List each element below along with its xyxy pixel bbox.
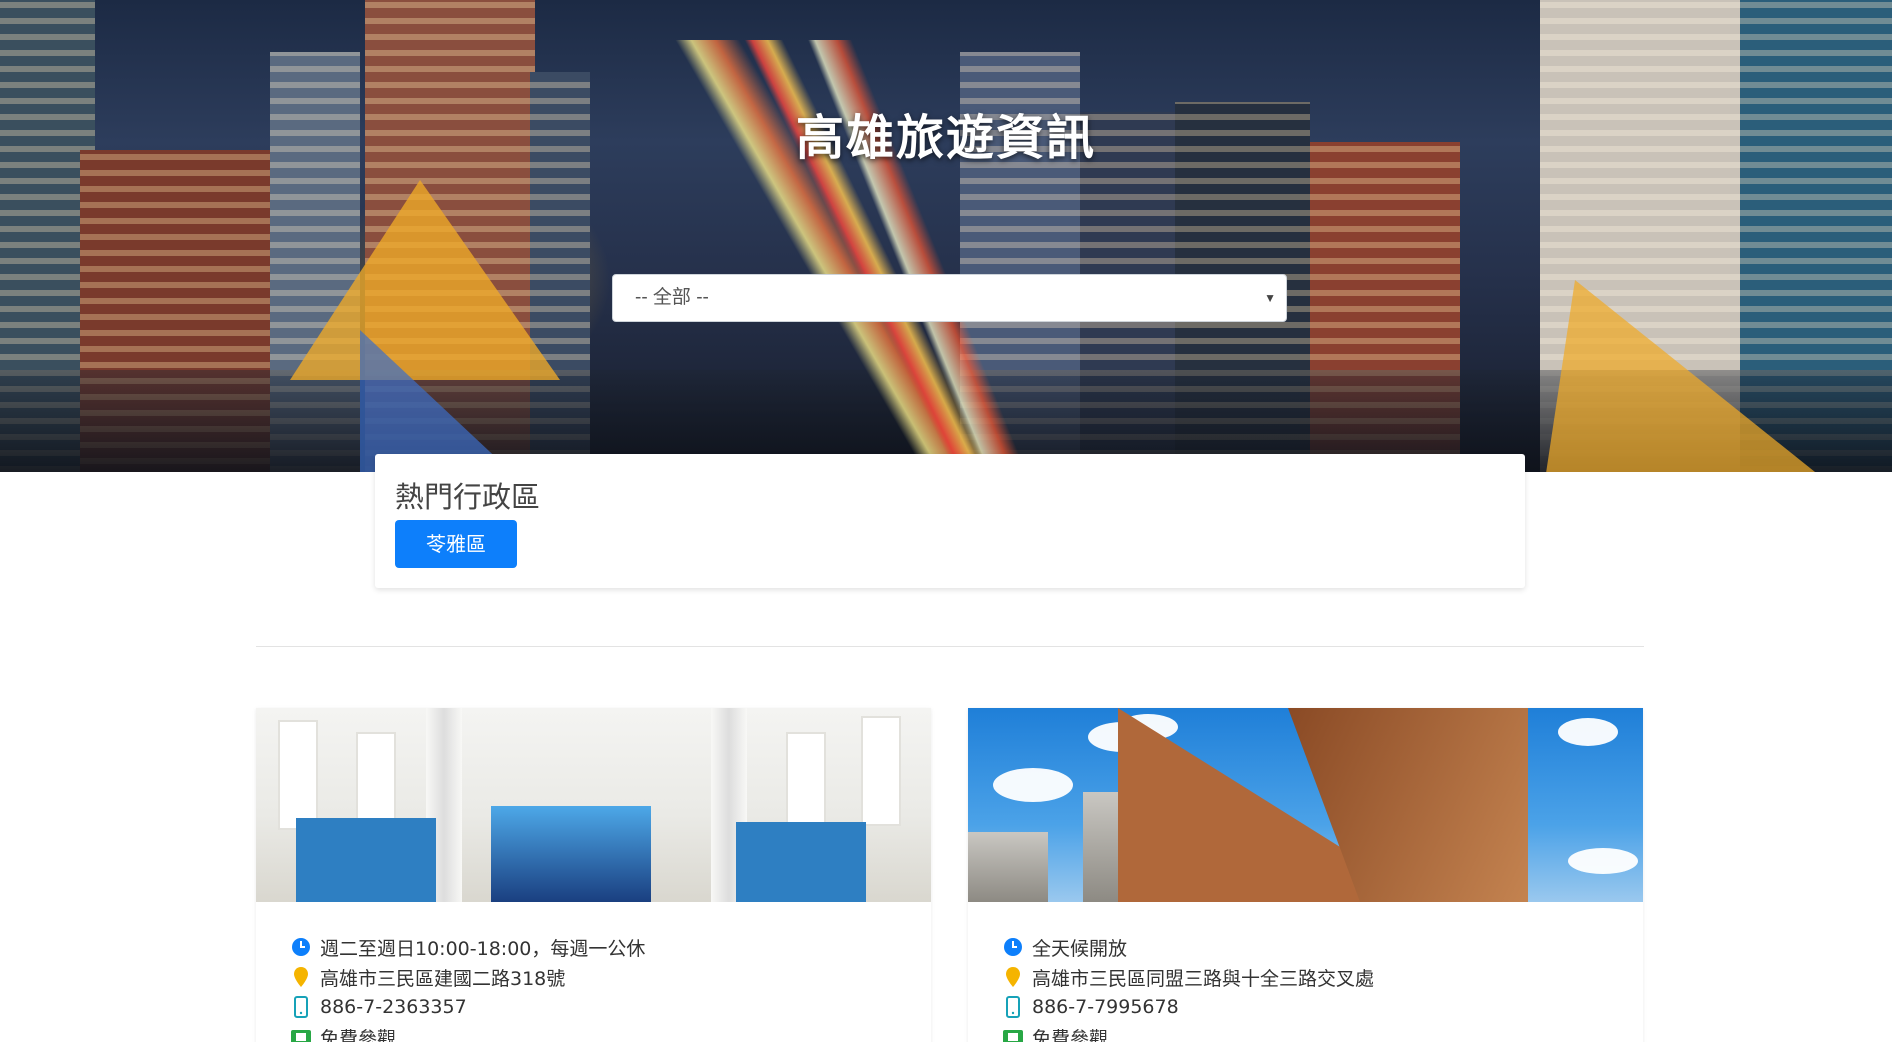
- hours-row: 全天候開放: [1002, 932, 1374, 962]
- district-select-value: -- 全部 --: [635, 287, 709, 308]
- ticket-icon: [1002, 1026, 1024, 1042]
- hours-text: 全天候開放: [1032, 937, 1128, 960]
- hot-districts-panel: 熱門行政區 苓雅區: [375, 454, 1525, 588]
- hours-text: 週二至週日10:00-18:00，每週一公休: [320, 937, 646, 960]
- attraction-info: 週二至週日10:00-18:00，每週一公休 高雄市三民區建國二路318號 88…: [290, 932, 645, 1042]
- hours-row: 週二至週日10:00-18:00，每週一公休: [290, 932, 645, 962]
- clock-icon: [1002, 936, 1024, 958]
- mobile-phone-icon: [1002, 996, 1024, 1018]
- hero-banner: [0, 0, 1892, 472]
- attraction-card[interactable]: 全天候開放 高雄市三民區同盟三路與十全三路交叉處 886-7-7995678 免…: [968, 708, 1643, 1042]
- attraction-info: 全天候開放 高雄市三民區同盟三路與十全三路交叉處 886-7-7995678 免…: [1002, 932, 1374, 1042]
- address-text: 高雄市三民區同盟三路與十全三路交叉處: [1032, 967, 1375, 990]
- mobile-phone-icon: [290, 996, 312, 1018]
- phone-row: 886-7-7995678: [1002, 992, 1374, 1022]
- ticket-icon: [290, 1026, 312, 1042]
- map-pin-icon: [290, 966, 312, 988]
- phone-text: 886-7-2363357: [320, 996, 467, 1018]
- address-row: 高雄市三民區建國二路318號: [290, 962, 645, 992]
- address-text: 高雄市三民區建國二路318號: [320, 967, 566, 990]
- section-divider: [256, 646, 1644, 647]
- phone-text: 886-7-7995678: [1032, 996, 1179, 1018]
- hot-districts-title: 熱門行政區: [395, 480, 541, 514]
- clock-icon: [290, 936, 312, 958]
- ticket-row: 免費參觀: [290, 1022, 645, 1042]
- district-select[interactable]: -- 全部 -- ▼: [612, 274, 1287, 322]
- attraction-photo[interactable]: [968, 708, 1643, 902]
- chevron-down-icon: ▼: [1264, 291, 1276, 305]
- page-title: 高雄旅遊資訊: [795, 110, 1096, 166]
- ticket-text: 免費參觀: [320, 1027, 397, 1042]
- attraction-card[interactable]: 週二至週日10:00-18:00，每週一公休 高雄市三民區建國二路318號 88…: [256, 708, 931, 1042]
- district-button-lingya[interactable]: 苓雅區: [395, 520, 517, 568]
- attraction-photo[interactable]: [256, 708, 931, 902]
- address-row: 高雄市三民區同盟三路與十全三路交叉處: [1002, 962, 1374, 992]
- ticket-text: 免費參觀: [1032, 1027, 1109, 1042]
- phone-row: 886-7-2363357: [290, 992, 645, 1022]
- map-pin-icon: [1002, 966, 1024, 988]
- ticket-row: 免費參觀: [1002, 1022, 1374, 1042]
